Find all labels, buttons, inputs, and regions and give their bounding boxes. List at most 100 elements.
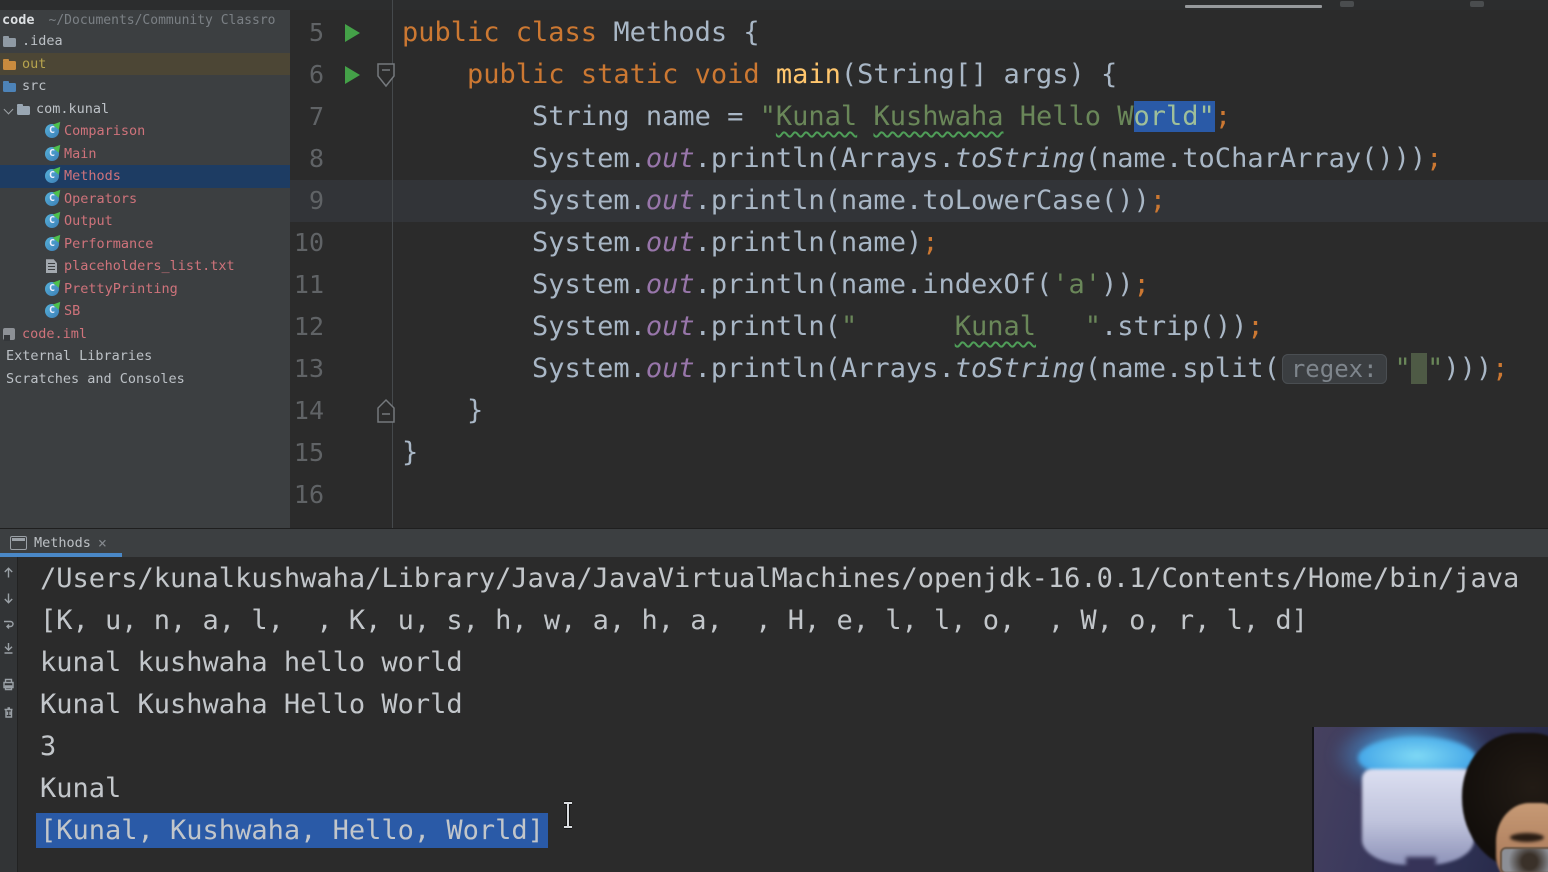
clear-icon[interactable] [2,706,15,719]
tree-item-operators[interactable]: Operators [0,188,290,211]
code-segment: System. [402,143,646,174]
tree-item-scratches-and-consoles[interactable]: Scratches and Consoles [0,368,290,391]
fold-column [370,12,402,54]
fold-marker[interactable] [370,54,402,96]
run-play-icon[interactable] [345,24,360,42]
tree-item-src[interactable]: src [0,75,290,98]
tree-item-external-libraries[interactable]: External Libraries [0,345,290,368]
class-icon [44,146,60,162]
code-text: String name = "Kunal Kushwaha Hello Worl… [402,96,1231,138]
console-toolbar [0,557,18,872]
console-line: /Users/kunalkushwaha/Library/Java/JavaVi… [40,558,1519,600]
code-segment: Kunal [776,101,857,132]
tree-item--idea[interactable]: .idea [0,30,290,53]
line-number: 6 [290,54,334,96]
tree-item-prettyprinting[interactable]: PrettyPrinting [0,278,290,301]
editor-line-11[interactable]: 11 System.out.println(name.indexOf('a'))… [290,264,1548,306]
up-arrow-icon[interactable] [2,566,15,579]
tree-item-sb[interactable]: SB [0,300,290,323]
tree-item-methods[interactable]: Methods [0,165,290,188]
tree-item-label: PrettyPrinting [64,281,178,297]
line-number: 16 [290,474,334,516]
tree-item-placeholders-list-txt[interactable]: placeholders_list.txt [0,255,290,278]
tree-item-label: com.kunal [36,101,109,117]
fold-marker[interactable] [370,390,402,432]
close-icon[interactable]: × [98,536,107,551]
run-gutter-icon[interactable] [334,12,370,54]
run-gutter-empty [334,348,370,390]
fold-column [370,96,402,138]
top-toolbar-icon [1470,1,1484,7]
code-segment: String name = [402,101,760,132]
editor-line-10[interactable]: 10 System.out.println(name); [290,222,1548,264]
editor-line-15[interactable]: 15} [290,432,1548,474]
code-segment: orld" [1134,101,1215,132]
code-segment: .println(Arrays. [695,143,955,174]
code-segment: (name.split( [1085,353,1280,384]
module-icon [2,326,18,342]
code-segment: regex: [1282,354,1387,384]
down-arrow-icon[interactable] [2,592,15,605]
code-segment: out [646,311,695,342]
code-segment: .println(Arrays. [695,353,955,384]
fold-column [370,222,402,264]
editor-line-12[interactable]: 12 System.out.println(" Kunal ".strip())… [290,306,1548,348]
tree-item-code-iml[interactable]: code.iml [0,323,290,346]
code-segment: out [646,143,695,174]
editor-line-7[interactable]: 7 String name = "Kunal Kushwaha Hello Wo… [290,96,1548,138]
console-line: kunal kushwaha hello world [40,642,1519,684]
tree-item-main[interactable]: Main [0,143,290,166]
tree-item-label: code.iml [22,326,87,342]
editor-line-13[interactable]: 13 System.out.println(Arrays.toString(na… [290,348,1548,390]
tree-item-com-kunal[interactable]: com.kunal [0,98,290,121]
editor-lines: 5public class Methods {6 public static v… [290,12,1548,516]
tree-item-label: Scratches and Consoles [6,371,185,387]
code-text: public static void main(String[] args) { [402,54,1117,96]
code-segment: " [1427,353,1443,384]
editor-line-16[interactable]: 16 [290,474,1548,516]
code-editor[interactable]: 5public class Methods {6 public static v… [290,10,1548,528]
soft-wrap-icon[interactable] [2,618,15,631]
console-line: Kunal [40,768,1519,810]
print-icon[interactable] [2,678,15,691]
code-segment: ; [1426,143,1442,174]
editor-line-14[interactable]: 14 } [290,390,1548,432]
top-scrollbar-thumb[interactable] [1185,5,1322,8]
line-number: 9 [290,180,334,222]
run-play-icon[interactable] [345,66,360,84]
tree-item-comparison[interactable]: Comparison [0,120,290,143]
code-segment: " [1036,311,1101,342]
editor-line-9[interactable]: 9 System.out.println(name.toLowerCase())… [290,180,1548,222]
fold-column [370,348,402,390]
tree-item-output[interactable]: Output [0,210,290,233]
code-segment: ; [922,227,938,258]
run-gutter-empty [334,180,370,222]
code-text: System.out.println(Arrays.toString(name.… [402,348,1508,390]
editor-line-6[interactable]: 6 public static void main(String[] args)… [290,54,1548,96]
run-gutter-icon[interactable] [334,54,370,96]
chevron-down-icon[interactable] [2,102,16,116]
tree-item-performance[interactable]: Performance [0,233,290,256]
editor-line-5[interactable]: 5public class Methods { [290,12,1548,54]
tree-item-label: External Libraries [6,348,152,364]
code-segment: Kunal [955,311,1036,342]
line-number: 11 [290,264,334,306]
code-segment: (String[] args) { [841,59,1117,90]
selected-console-text: [Kunal, Kushwaha, Hello, World] [36,813,548,848]
project-root-row[interactable]: code ~/Documents/Community Classro [0,10,290,30]
code-segment: out [646,269,695,300]
editor-line-8[interactable]: 8 System.out.println(Arrays.toString(nam… [290,138,1548,180]
scroll-to-end-icon[interactable] [2,642,15,655]
run-gutter-empty [334,222,370,264]
top-cropped-strip [0,0,1548,10]
code-segment: System. [402,353,646,384]
code-segment: out [646,227,695,258]
folder-icon [2,78,18,94]
code-segment: System. [402,311,646,342]
code-segment: Kushwaha [873,101,1003,132]
tree-item-label: .idea [22,33,63,49]
tree-item-out[interactable]: out [0,53,290,76]
code-segment: System. [402,227,646,258]
code-segment: .strip()) [1101,311,1247,342]
code-segment: .println(name) [695,227,923,258]
